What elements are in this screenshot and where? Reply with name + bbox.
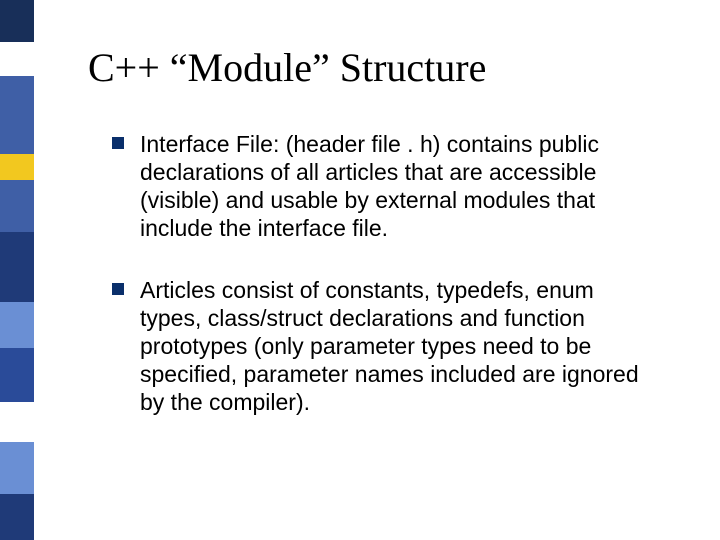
left-decor-strip (0, 0, 48, 540)
decor-segment (0, 232, 34, 302)
decor-segment (0, 494, 34, 540)
list-item: Interface File: (header file . h) contai… (112, 130, 652, 242)
square-bullet-icon (112, 283, 124, 295)
slide: C++ “Module” Structure Interface File: (… (0, 0, 720, 540)
square-bullet-icon (112, 137, 124, 149)
slide-title: C++ “Module” Structure (88, 44, 486, 91)
decor-segment (0, 180, 34, 232)
slide-body: Interface File: (header file . h) contai… (112, 130, 652, 450)
bullet-text: Articles consist of constants, typedefs,… (140, 277, 639, 415)
decor-segment (0, 302, 34, 348)
decor-segment (0, 42, 34, 76)
decor-segment (0, 442, 34, 494)
decor-segment (0, 348, 34, 402)
decor-segment (0, 76, 34, 154)
decor-segment (0, 154, 34, 180)
decor-segment (0, 402, 34, 442)
list-item: Articles consist of constants, typedefs,… (112, 276, 652, 416)
decor-segment (0, 0, 34, 42)
bullet-text: Interface File: (header file . h) contai… (140, 131, 599, 241)
